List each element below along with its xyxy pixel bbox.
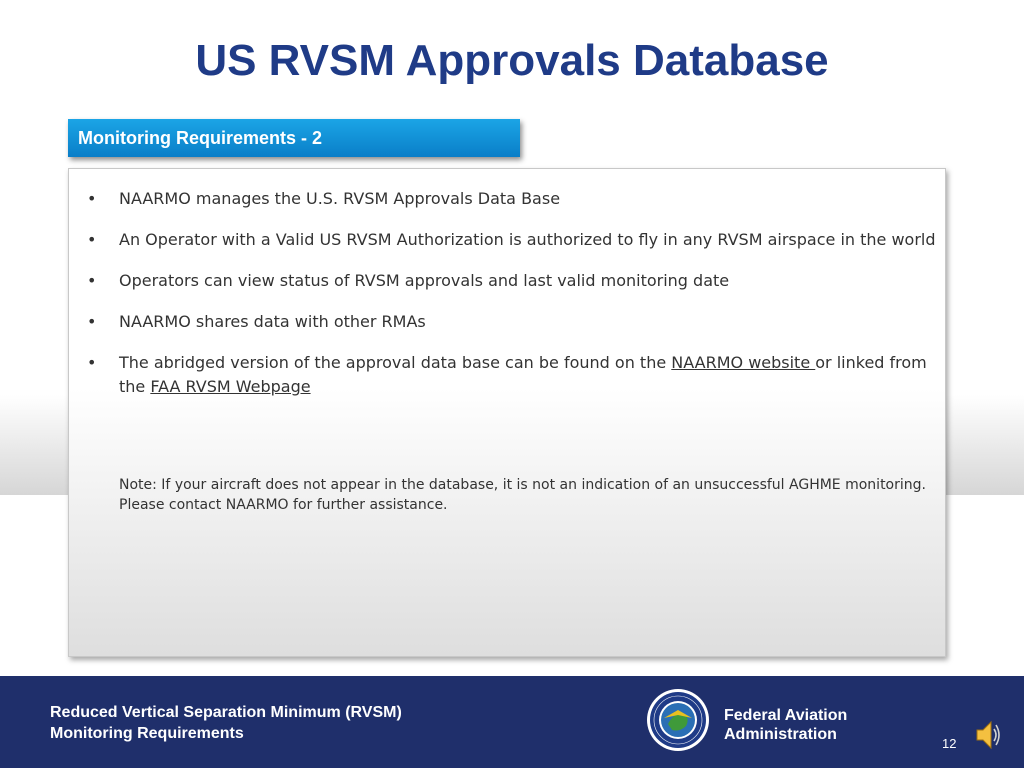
bullet-text: NAARMO manages the U.S. RVSM Approvals D… xyxy=(119,189,561,208)
naarmo-website-link[interactable]: NAARMO website xyxy=(671,353,815,372)
bullet-list: • NAARMO manages the U.S. RVSM Approvals… xyxy=(69,187,939,416)
page-number: 12 xyxy=(942,736,957,751)
note-text: Note: If your aircraft does not appear i… xyxy=(119,477,926,513)
faa-rvsm-webpage-link[interactable]: FAA RVSM Webpage xyxy=(150,377,310,396)
section-heading: Monitoring Requirements - 2 xyxy=(78,128,323,148)
agency-name-line1: Federal Aviation xyxy=(724,707,848,724)
section-header-bar: Monitoring Requirements - 2 xyxy=(68,119,520,157)
bullet-marker: • xyxy=(87,230,97,249)
bullet-item: • An Operator with a Valid US RVSM Autho… xyxy=(69,228,939,252)
bullet-text: NAARMO shares data with other RMAs xyxy=(119,312,426,331)
content-panel: • NAARMO manages the U.S. RVSM Approvals… xyxy=(68,168,946,657)
footer-bar: Reduced Vertical Separation Minimum (RVS… xyxy=(0,676,1024,768)
bullet-marker: • xyxy=(87,312,97,331)
agency-name-line2: Administration xyxy=(724,726,837,743)
bullet-item: • NAARMO shares data with other RMAs xyxy=(69,310,939,334)
footer-title-line2: Monitoring Requirements xyxy=(50,725,244,742)
bullet-text: Operators can view status of RVSM approv… xyxy=(119,271,730,290)
bullet-marker: • xyxy=(87,189,97,208)
bullet-item: • NAARMO manages the U.S. RVSM Approvals… xyxy=(69,187,939,211)
bullet-text: An Operator with a Valid US RVSM Authori… xyxy=(119,230,936,249)
footer-title-line1: Reduced Vertical Separation Minimum (RVS… xyxy=(50,704,402,721)
speaker-icon[interactable] xyxy=(974,718,1000,752)
faa-seal-icon xyxy=(647,689,709,751)
bullet-item: • Operators can view status of RVSM appr… xyxy=(69,269,939,293)
slide-title: US RVSM Approvals Database xyxy=(195,36,829,85)
footer-title: Reduced Vertical Separation Minimum (RVS… xyxy=(50,702,402,744)
bullet-marker: • xyxy=(87,353,97,372)
bullet-text-before-link: The abridged version of the approval dat… xyxy=(119,353,672,372)
bullet-marker: • xyxy=(87,271,97,290)
bullet-item: • The abridged version of the approval d… xyxy=(69,351,939,399)
agency-name: Federal Aviation Administration xyxy=(724,706,847,744)
